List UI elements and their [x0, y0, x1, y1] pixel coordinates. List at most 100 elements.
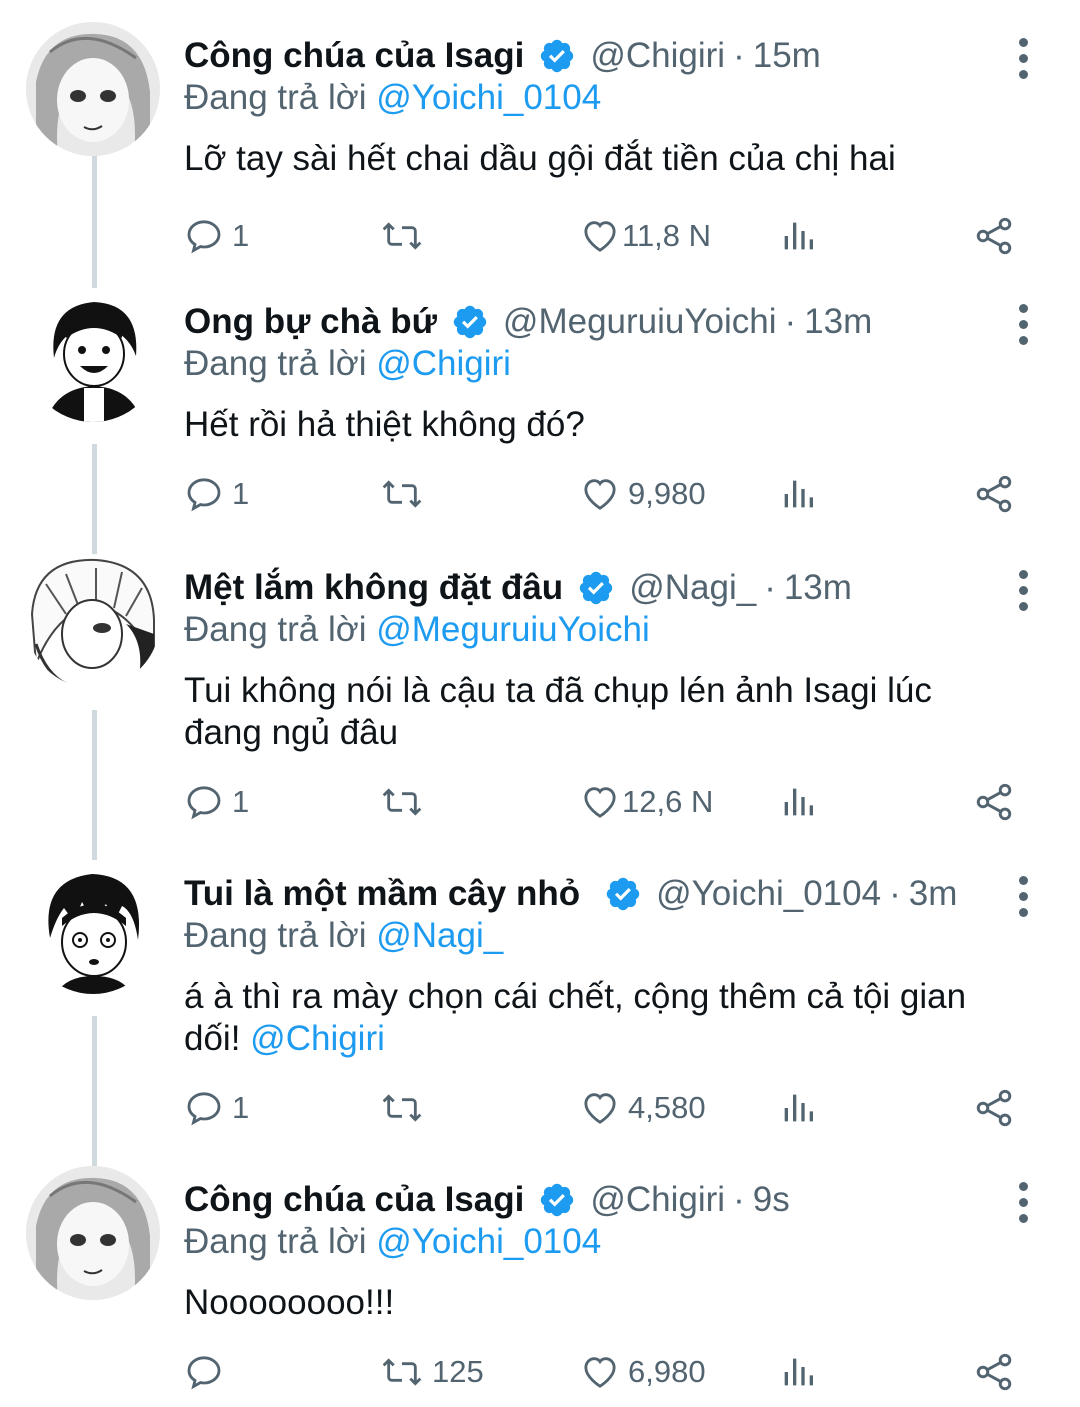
timestamp[interactable]: 15m	[753, 36, 821, 76]
tweet[interactable]: Công chúa của Isagi @Chigiri · 15m Đang …	[0, 22, 1080, 272]
user-handle[interactable]: @Yoichi_0104	[656, 874, 881, 914]
timestamp[interactable]: 3m	[909, 874, 958, 914]
display-name[interactable]: Tui là một mầm cây nhỏ	[184, 874, 580, 914]
more-vertical-icon[interactable]	[1008, 294, 1038, 354]
avatar[interactable]	[26, 22, 160, 156]
replying-to-label: Đang trả lời	[184, 78, 367, 117]
replying-to: Đang trả lời @Nagi_	[184, 916, 503, 956]
red-haired-character-avatar	[26, 1166, 160, 1300]
replying-to-label: Đang trả lời	[184, 916, 367, 955]
like-count: 6,980	[628, 1354, 706, 1389]
verified-badge-icon	[604, 875, 642, 913]
more-vertical-icon[interactable]	[1008, 866, 1038, 926]
separator-dot: ·	[784, 302, 797, 341]
views-button[interactable]	[778, 464, 818, 524]
share-button[interactable]	[972, 464, 1016, 524]
avatar[interactable]	[26, 288, 160, 422]
more-vertical-icon[interactable]	[1008, 28, 1038, 88]
views-button[interactable]	[778, 772, 818, 832]
like-button[interactable]: 6,980	[580, 1342, 706, 1402]
tweet-mention[interactable]: @Chigiri	[250, 1019, 385, 1058]
like-icon	[584, 1357, 616, 1388]
retweet-button[interactable]	[380, 206, 432, 266]
tweet[interactable]: Công chúa của Isagi @Chigiri · 9s Đang t…	[0, 1166, 1080, 1406]
separator-dot: ·	[764, 568, 776, 607]
replying-to: Đang trả lời @Chigiri	[184, 344, 511, 384]
like-button[interactable]: 4,580	[580, 1078, 706, 1138]
replying-to-mention[interactable]: @Nagi_	[376, 916, 503, 955]
like-button[interactable]: 12,6 N	[580, 772, 713, 832]
verified-badge-icon	[577, 569, 615, 607]
retweet-button[interactable]: 125	[380, 1342, 484, 1402]
timestamp[interactable]: 13m	[804, 302, 872, 342]
views-button[interactable]	[778, 206, 818, 266]
replying-to-label: Đang trả lời	[184, 344, 367, 383]
tweet[interactable]: Tui là một mầm cây nhỏ @Yoichi_0104 · 3m…	[0, 860, 1080, 1150]
verified-badge-icon	[451, 303, 489, 341]
tweet-text: Tui không nói là cậu ta đã chụp lén ảnh …	[184, 670, 984, 754]
more-vertical-icon[interactable]	[1008, 560, 1038, 620]
reply-button[interactable]: 1	[184, 206, 249, 266]
share-icon	[976, 475, 1012, 513]
views-icon	[784, 788, 813, 816]
tweet[interactable]: Ong bự chà bứ @MeguruiuYoichi · 13m Đang…	[0, 288, 1080, 538]
replying-to: Đang trả lời @Yoichi_0104	[184, 1222, 601, 1262]
like-icon	[584, 479, 616, 510]
avatar[interactable]	[26, 860, 160, 994]
replying-to-mention[interactable]: @Yoichi_0104	[376, 1222, 601, 1261]
display-name[interactable]: Công chúa của Isagi	[184, 36, 524, 76]
retweet-icon	[382, 1358, 422, 1386]
share-button[interactable]	[972, 772, 1016, 832]
like-button[interactable]: 9,980	[580, 464, 706, 524]
white-haired-character-avatar	[26, 554, 160, 688]
retweet-button[interactable]	[380, 1078, 432, 1138]
views-button[interactable]	[778, 1342, 818, 1402]
user-handle[interactable]: @MeguruiuYoichi	[503, 302, 777, 342]
reply-icon	[187, 478, 221, 512]
replying-to-label: Đang trả lời	[184, 1222, 367, 1261]
like-button[interactable]: 11,8 N	[580, 206, 711, 266]
timestamp[interactable]: 13m	[784, 568, 852, 608]
share-button[interactable]	[972, 206, 1016, 266]
tweet-text: á à thì ra mày chọn cái chết, cộng thêm …	[184, 976, 1014, 1060]
separator-dot: ·	[733, 36, 745, 75]
tweet-text-content: Lỡ tay sài hết chai dầu gội đắt tiền của…	[184, 139, 896, 178]
user-handle[interactable]: @Chigiri	[590, 36, 725, 76]
dark-haired-character-avatar	[26, 860, 160, 994]
display-name[interactable]: Công chúa của Isagi	[184, 1180, 524, 1220]
reply-button[interactable]: 1	[184, 772, 249, 832]
views-button[interactable]	[778, 1078, 818, 1138]
share-icon	[976, 1089, 1012, 1127]
retweet-button[interactable]	[380, 772, 432, 832]
tweet-text-content: Noooooooo!!!	[184, 1283, 395, 1322]
replying-to-mention[interactable]: @MeguruiuYoichi	[376, 610, 650, 649]
share-icon	[976, 783, 1012, 821]
replying-to-label: Đang trả lời	[184, 610, 367, 649]
like-count: 12,6 N	[622, 784, 714, 819]
share-button[interactable]	[972, 1342, 1016, 1402]
replying-to-mention[interactable]: @Yoichi_0104	[376, 78, 601, 117]
separator-dot: ·	[889, 874, 901, 913]
display-name[interactable]: Mệt lắm không đặt đâu	[184, 568, 563, 608]
share-button[interactable]	[972, 1078, 1016, 1138]
user-handle[interactable]: @Chigiri	[590, 1180, 725, 1220]
reply-button[interactable]: 1	[184, 1078, 249, 1138]
timestamp[interactable]: 9s	[753, 1180, 790, 1220]
retweet-icon	[382, 788, 422, 816]
user-handle[interactable]: @Nagi_	[629, 568, 756, 608]
like-icon	[584, 787, 616, 818]
more-vertical-icon[interactable]	[1008, 1172, 1038, 1232]
tweet-text-content: Tui không nói là cậu ta đã chụp lén ảnh …	[184, 671, 932, 752]
reply-icon	[187, 220, 221, 254]
share-icon	[976, 1353, 1012, 1391]
retweet-button[interactable]	[380, 464, 432, 524]
replying-to-mention[interactable]: @Chigiri	[376, 344, 511, 383]
tweet[interactable]: Mệt lắm không đặt đâu @Nagi_ · 13m Đang …	[0, 554, 1080, 844]
tweet-actions: 1 12,6 N	[184, 772, 1034, 832]
avatar[interactable]	[26, 554, 160, 688]
reply-button[interactable]: 1	[184, 464, 249, 524]
avatar[interactable]	[26, 1166, 160, 1300]
retweet-count: 125	[432, 1354, 484, 1389]
reply-button[interactable]	[184, 1342, 232, 1402]
display-name[interactable]: Ong bự chà bứ	[184, 302, 437, 342]
